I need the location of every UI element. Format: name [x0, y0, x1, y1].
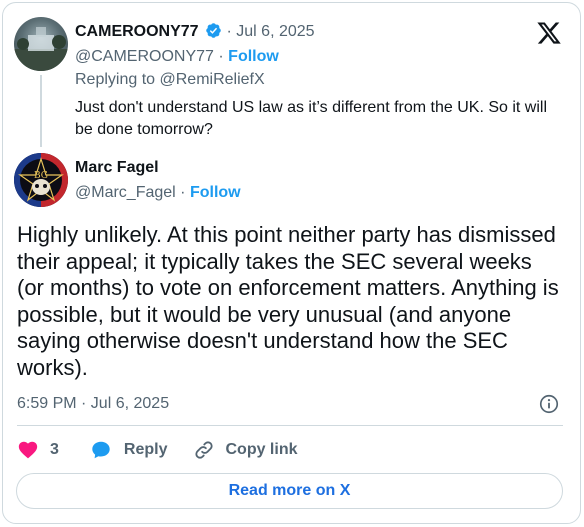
x-logo-icon[interactable]	[536, 20, 562, 46]
reply-bubble-icon	[92, 441, 110, 459]
thread-connector-line	[40, 75, 42, 147]
parent-handle[interactable]: @CAMEROONY77	[75, 48, 214, 65]
main-handle[interactable]: @Marc_Fagel	[75, 184, 176, 201]
like-button[interactable]: 3	[17, 439, 59, 461]
main-tweet-text: Highly unlikely. At this point neither p…	[17, 222, 559, 380]
avatar-cameroony77[interactable]	[14, 17, 68, 71]
verified-badge-icon	[206, 23, 221, 38]
separator-dot: ·	[218, 48, 229, 65]
reply-label: Reply	[123, 441, 168, 458]
heart-icon	[18, 441, 38, 459]
avatar-marc-fagel[interactable]: BG	[14, 153, 68, 207]
main-handle-row: @Marc_Fagel · Follow	[75, 184, 241, 202]
like-count: 3	[50, 441, 59, 458]
parent-header: CAMEROONY77 · Jul 6, 2025	[75, 22, 315, 41]
avatar-initials: BG	[34, 171, 48, 181]
info-icon[interactable]	[538, 393, 560, 415]
separator-dot: ·	[226, 23, 237, 40]
parent-display-name[interactable]: CAMEROONY77	[75, 23, 199, 40]
follow-button-parent[interactable]: Follow	[228, 48, 279, 65]
replying-to-label[interactable]: Replying to @RemiReliefX	[75, 71, 265, 89]
divider	[17, 425, 563, 426]
main-header: Marc Fagel	[75, 159, 159, 177]
parent-date[interactable]: Jul 6, 2025	[236, 23, 314, 40]
read-more-button[interactable]: Read more on X	[16, 473, 563, 509]
copy-link-label: Copy link	[225, 441, 298, 458]
follow-button-main[interactable]: Follow	[190, 184, 241, 201]
action-bar: 3 Reply Copy link	[17, 437, 298, 463]
main-display-name[interactable]: Marc Fagel	[75, 159, 159, 176]
tweet-timestamp[interactable]: 6:59 PM · Jul 6, 2025	[17, 395, 169, 413]
parent-handle-row: @CAMEROONY77 · Follow	[75, 48, 279, 66]
reply-button[interactable]: Reply	[90, 439, 168, 461]
copy-link-button[interactable]: Copy link	[193, 439, 298, 461]
parent-tweet-text: Just don't understand US law as it’s dif…	[75, 99, 548, 138]
link-icon	[195, 441, 214, 459]
separator-dot: ·	[180, 184, 190, 201]
